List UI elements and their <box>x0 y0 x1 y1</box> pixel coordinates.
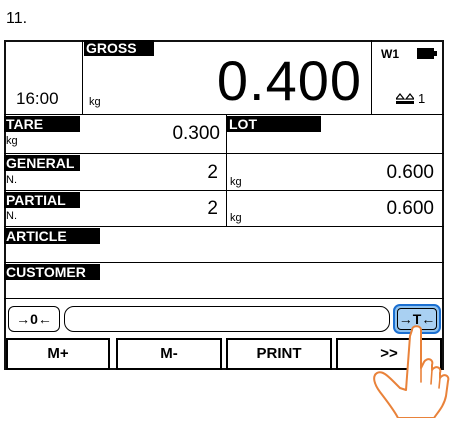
step-number: 11. <box>6 10 28 27</box>
battery-icon <box>417 46 437 59</box>
general-divider <box>226 153 227 191</box>
partial-total: 0.600 <box>386 198 434 219</box>
customer-label: CUSTOMER <box>4 264 100 280</box>
lot-value <box>240 133 440 151</box>
tare-value: 0.300 <box>172 123 220 144</box>
row-line-2 <box>4 190 444 191</box>
row-line-5 <box>4 298 444 299</box>
partial-count: 2 <box>207 198 218 219</box>
header-bottom-line <box>4 114 444 115</box>
general-label: GENERAL <box>4 155 80 171</box>
scale-id: W1 <box>381 47 399 61</box>
partial-unit: kg <box>230 212 242 224</box>
row-line-3 <box>4 226 444 227</box>
header-divider-left <box>82 40 83 114</box>
general-count: 2 <box>207 162 218 183</box>
row-line-4 <box>4 262 444 263</box>
general-total: 0.600 <box>386 162 434 183</box>
time-display: 16:00 <box>16 89 59 108</box>
article-label: ARTICLE <box>4 228 100 244</box>
header-divider-right <box>371 40 372 114</box>
memory-add-button[interactable]: M+ <box>6 338 110 370</box>
weight-unit: kg <box>89 96 101 108</box>
print-button[interactable]: PRINT <box>226 338 332 370</box>
tare-label: TARE <box>4 116 80 132</box>
gross-weight-value: 0.400 <box>216 49 362 112</box>
partial-label: PARTIAL <box>4 192 80 208</box>
pointing-hand-icon <box>368 322 460 419</box>
partial-count-label: N. <box>6 210 17 222</box>
row-line-1 <box>4 153 444 154</box>
general-unit: kg <box>230 176 242 188</box>
gross-label: GROSS <box>84 40 154 56</box>
customer-value <box>110 280 430 296</box>
lot-label: LOT <box>227 116 321 132</box>
tare-unit: kg <box>6 135 18 147</box>
partial-divider <box>226 190 227 227</box>
general-count-label: N. <box>6 174 17 186</box>
platform-number: 1 <box>418 91 426 106</box>
zero-button[interactable]: →0← <box>8 306 60 332</box>
article-value <box>110 244 430 260</box>
scale-icon <box>394 92 416 104</box>
entry-input[interactable] <box>64 306 390 332</box>
memory-subtract-button[interactable]: M- <box>116 338 222 370</box>
